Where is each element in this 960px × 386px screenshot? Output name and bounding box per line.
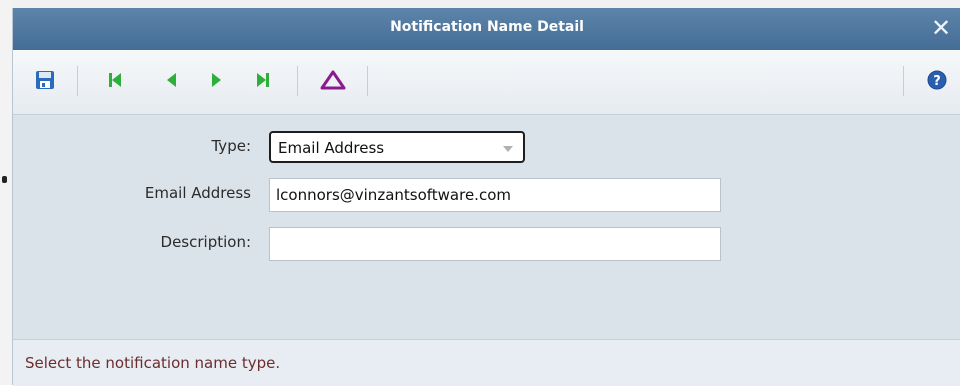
first-record-button[interactable]	[101, 66, 129, 94]
description-field[interactable]	[269, 227, 721, 261]
last-record-icon	[257, 73, 269, 87]
notification-form: Type: Email Address Email Address Descri…	[13, 115, 960, 339]
help-button[interactable]: ?	[923, 66, 951, 94]
toolbar-separator	[297, 66, 298, 96]
changes-button[interactable]	[319, 66, 347, 94]
dialog-title: Notification Name Detail	[390, 19, 584, 35]
email-label: Email Address	[144, 184, 251, 202]
previous-record-icon	[167, 73, 176, 87]
status-message: Select the notification name type.	[25, 354, 281, 372]
previous-record-button[interactable]	[157, 66, 185, 94]
next-record-button[interactable]	[203, 66, 231, 94]
toolbar-separator	[367, 66, 368, 96]
type-select-value: Email Address	[278, 139, 385, 157]
delta-icon	[320, 70, 346, 90]
save-icon	[36, 71, 54, 89]
help-icon: ?	[927, 70, 947, 90]
background-window-top	[12, 0, 960, 8]
toolbar-separator	[77, 66, 78, 96]
email-row: Email Address	[13, 178, 960, 212]
dialog-titlebar: Notification Name Detail ✕	[13, 8, 960, 50]
toolbar-separator	[903, 66, 904, 96]
type-label: Type:	[211, 137, 251, 155]
notification-name-detail-dialog: Notification Name Detail ✕ ? Type: Email…	[12, 8, 960, 386]
save-button[interactable]	[31, 66, 59, 94]
description-row: Description:	[13, 227, 960, 261]
next-record-icon	[212, 73, 221, 87]
first-record-icon	[109, 73, 121, 87]
background-window-edge	[0, 0, 12, 385]
close-icon[interactable]: ✕	[927, 12, 955, 44]
chevron-down-icon	[503, 146, 513, 152]
type-select[interactable]: Email Address	[269, 131, 525, 163]
description-label: Description:	[160, 233, 251, 251]
svg-text:?: ?	[933, 74, 941, 89]
status-bar: Select the notification name type.	[13, 339, 960, 386]
email-field[interactable]	[269, 178, 721, 212]
last-record-button[interactable]	[249, 66, 277, 94]
background-marker	[2, 176, 7, 183]
toolbar: ?	[13, 50, 960, 115]
type-row: Type: Email Address	[13, 131, 960, 163]
